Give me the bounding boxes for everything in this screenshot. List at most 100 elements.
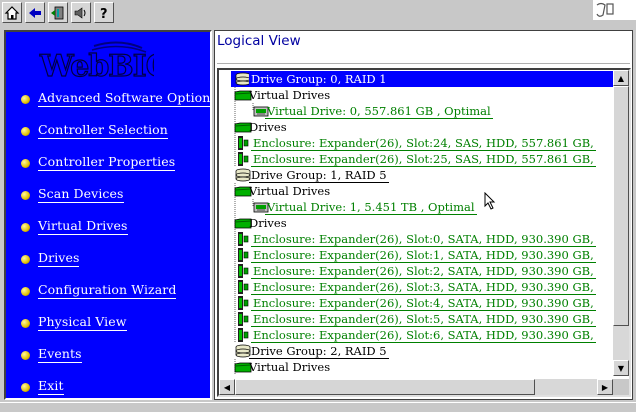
- svg-text:WebBIOS: WebBIOS: [39, 49, 154, 84]
- tree-node-label: Virtual Drives: [249, 88, 331, 102]
- tree-node-drive[interactable]: Enclosure: Expander(26), Slot:6, SATA, H…: [219, 327, 613, 343]
- speaker-icon: [74, 6, 86, 19]
- tree-node-label: Enclosure: Expander(26), Slot:0, SATA, H…: [251, 232, 596, 247]
- scroll-down-button[interactable]: ▼: [613, 360, 629, 376]
- title-divider: [217, 63, 630, 64]
- tree-node-virtual-drive[interactable]: Virtual Drive: 1, 5.451 TB , Optimal: [219, 199, 613, 215]
- tree-node-label: Virtual Drive: 0, 557.861 GB , Optimal: [265, 104, 493, 119]
- tree-node-label: Drive Group: 1, RAID 5: [249, 168, 389, 183]
- tree-node-label: Drives: [249, 120, 287, 134]
- tree-node-drive-group[interactable]: Drive Group: 1, RAID 5: [219, 167, 613, 183]
- bullet-icon: [21, 382, 30, 392]
- tree-node-virtual-drive[interactable]: Virtual Drive: 0, 557.861 GB , Optimal: [219, 103, 613, 119]
- tree-node-label: Drive Group: 0, RAID 1: [249, 72, 389, 87]
- logical-tree-container: Drive Group: 0, RAID 1 Virtual Drives Virt…: [217, 68, 631, 397]
- nav-item-label: Configuration Wizard: [38, 282, 177, 299]
- horizontal-scrollbar[interactable]: ◀ ▶: [219, 379, 613, 395]
- nav-item-advanced-software-options[interactable]: Advanced Software Options: [21, 90, 210, 108]
- tree-node-label: Enclosure: Expander(26), Slot:1, SATA, H…: [251, 248, 596, 263]
- help-icon: ?: [100, 7, 108, 21]
- bullet-icon: [21, 350, 30, 360]
- left-nav-panel: WebBIOS Advanced Software Options Control…: [4, 30, 212, 400]
- scroll-up-button[interactable]: ▲: [613, 70, 629, 86]
- bullet-icon: [21, 126, 30, 136]
- tree-node-label: Virtual Drives: [249, 360, 331, 374]
- nav-item-controller-selection[interactable]: Controller Selection: [21, 122, 168, 140]
- logical-view-panel: Logical View Drive Group: 0, RAID 1 Virtu…: [214, 30, 633, 400]
- tree-node-label: Virtual Drives: [249, 184, 331, 198]
- bullet-icon: [21, 286, 30, 296]
- tree-node-drive-group[interactable]: Drive Group: 0, RAID 1: [219, 71, 613, 87]
- vendor-logo-icon: [596, 2, 614, 17]
- nav-item-virtual-drives[interactable]: Virtual Drives: [21, 218, 128, 236]
- logical-tree: Drive Group: 0, RAID 1 Virtual Drives Virt…: [219, 70, 613, 376]
- tree-node-label: Enclosure: Expander(26), Slot:5, SATA, H…: [251, 312, 596, 327]
- tree-node-folder[interactable]: Virtual Drives: [219, 359, 613, 375]
- tree-node-label: Drive Group: 2, RAID 5: [249, 344, 389, 359]
- bullet-icon: [21, 318, 30, 328]
- tree-node-drive[interactable]: Enclosure: Expander(26), Slot:3, SATA, H…: [219, 279, 613, 295]
- nav-item-label: Advanced Software Options: [38, 91, 210, 107]
- nav-item-physical-view[interactable]: Physical View: [21, 314, 127, 332]
- home-button[interactable]: [2, 2, 22, 23]
- bullet-icon: [21, 158, 30, 168]
- svg-text:?: ?: [100, 7, 108, 21]
- tree-node-drive[interactable]: Enclosure: Expander(26), Slot:2, SATA, H…: [219, 263, 613, 279]
- nav-item-label: Events: [38, 346, 82, 363]
- tree-node-drive[interactable]: Enclosure: Expander(26), Slot:24, SAS, H…: [219, 135, 613, 151]
- bullet-icon: [21, 254, 30, 264]
- tree-node-drive[interactable]: Enclosure: Expander(26), Slot:1, SATA, H…: [219, 247, 613, 263]
- tree-node-drive[interactable]: Enclosure: Expander(26), Slot:25, SAS, H…: [219, 151, 613, 167]
- tree-node-drive[interactable]: Enclosure: Expander(26), Slot:5, SATA, H…: [219, 311, 613, 327]
- tree-node-drive[interactable]: Enclosure: Expander(26), Slot:0, SATA, H…: [219, 231, 613, 247]
- exit-button[interactable]: [48, 2, 68, 23]
- nav-item-configuration-wizard[interactable]: Configuration Wizard: [21, 282, 177, 300]
- scrollbar-corner: [613, 379, 629, 395]
- home-icon: [4, 5, 20, 20]
- sound-button[interactable]: [71, 2, 91, 23]
- nav-item-drives[interactable]: Drives: [21, 250, 80, 268]
- tree-node-label: Virtual Drive: 1, 5.451 TB , Optimal: [265, 200, 477, 215]
- nav-item-exit[interactable]: Exit: [21, 378, 64, 396]
- nav-item-label: Exit: [38, 378, 64, 395]
- tree-node-drive[interactable]: Enclosure: Expander(26), Slot:4, SATA, H…: [219, 295, 613, 311]
- nav-item-label: Controller Properties: [38, 154, 176, 171]
- webbios-logo-icon: WebBIOS: [38, 41, 193, 85]
- tree-node-label: Enclosure: Expander(26), Slot:2, SATA, H…: [251, 264, 596, 279]
- tree-node-label: Enclosure: Expander(26), Slot:3, SATA, H…: [251, 280, 596, 295]
- nav-item-label: Physical View: [38, 314, 127, 331]
- back-button[interactable]: [25, 2, 45, 23]
- toolbar: ?: [0, 0, 636, 28]
- page-title: Logical View: [217, 33, 301, 49]
- bullet-icon: [21, 190, 30, 200]
- tree-node-label: Enclosure: Expander(26), Slot:4, SATA, H…: [251, 296, 596, 311]
- tree-node-folder[interactable]: Virtual Drives: [219, 87, 613, 103]
- nav-item-scan-devices[interactable]: Scan Devices: [21, 186, 124, 204]
- tree-node-label: Enclosure: Expander(26), Slot:24, SAS, H…: [251, 136, 596, 151]
- nav-item-label: Controller Selection: [38, 122, 168, 139]
- vendor-logo: [593, 0, 636, 20]
- nav-item-label: Virtual Drives: [38, 218, 128, 235]
- horizontal-scroll-thumb[interactable]: [235, 379, 535, 395]
- nav-item-label: Scan Devices: [38, 186, 124, 203]
- exit-door-icon: [51, 6, 64, 19]
- scroll-left-button[interactable]: ◀: [219, 379, 235, 395]
- tree-node-folder[interactable]: Virtual Drives: [219, 183, 613, 199]
- tree-node-folder[interactable]: Drives: [219, 119, 613, 135]
- tree-node-label: Drives: [249, 216, 287, 230]
- nav-item-events[interactable]: Events: [21, 346, 82, 364]
- mouse-cursor-icon: [484, 192, 496, 210]
- bullet-icon: [21, 94, 30, 104]
- webbios-logo: WebBIOS: [34, 40, 193, 85]
- scroll-right-button[interactable]: ▶: [597, 379, 613, 395]
- back-arrow-icon: [29, 7, 41, 18]
- vertical-scroll-thumb[interactable]: [613, 86, 629, 326]
- tree-node-folder[interactable]: Drives: [219, 215, 613, 231]
- vertical-scrollbar[interactable]: ▲ ▼: [613, 70, 629, 376]
- help-button[interactable]: ?: [94, 2, 114, 23]
- tree-node-label: Enclosure: Expander(26), Slot:6, SATA, H…: [251, 328, 596, 343]
- nav-item-controller-properties[interactable]: Controller Properties: [21, 154, 176, 172]
- tree-node-drive-group[interactable]: Drive Group: 2, RAID 5: [219, 343, 613, 359]
- tree-node-label: Enclosure: Expander(26), Slot:25, SAS, H…: [251, 152, 596, 167]
- nav-item-label: Drives: [38, 250, 80, 267]
